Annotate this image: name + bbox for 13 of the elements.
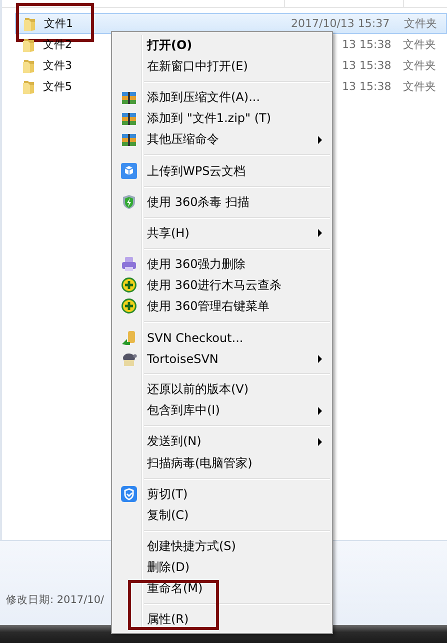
file-type: 文件夹 — [403, 58, 436, 73]
modified-date: 13 15:38 — [342, 38, 392, 51]
file-type: 文件夹 — [403, 79, 436, 94]
modified-date: 13 15:38 — [342, 59, 392, 72]
file-type: 文件夹 — [404, 16, 437, 31]
file-name: 文件3 — [43, 58, 72, 73]
modified-date: 2017/10/13 15:37 — [291, 17, 390, 30]
file-type: 文件夹 — [403, 37, 436, 52]
file-name: 文件5 — [43, 79, 72, 94]
file-name: 文件2 — [43, 37, 72, 52]
details-text: 修改日期: 2017/10/ — [6, 593, 104, 607]
modified-date: 13 15:38 — [342, 80, 392, 93]
file-name: 文件1 — [44, 16, 73, 31]
